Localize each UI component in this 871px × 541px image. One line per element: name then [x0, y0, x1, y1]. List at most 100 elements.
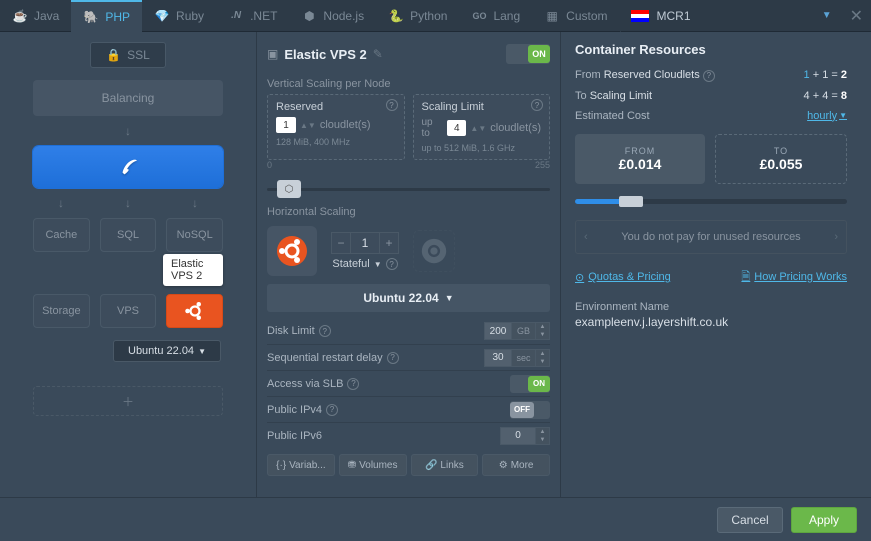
- tab-dotnet[interactable]: .N .NET: [216, 0, 289, 32]
- disk-limit-input[interactable]: 200 GB ▲▼: [484, 322, 550, 340]
- volumes-button[interactable]: ⛃Volumes: [339, 454, 407, 476]
- tab-custom[interactable]: ▦ Custom: [532, 0, 619, 32]
- python-icon: 🐍: [388, 8, 404, 24]
- help-icon[interactable]: ?: [531, 99, 543, 111]
- unused-resources-note[interactable]: ‹ You do not pay for unused resources ›: [575, 220, 847, 254]
- uk-flag-icon: [631, 10, 649, 22]
- label: Ubuntu 22.04: [128, 345, 194, 357]
- label: NoSQL: [177, 229, 213, 241]
- tab-php[interactable]: 🐘 PHP: [71, 0, 142, 32]
- help-icon[interactable]: ?: [386, 99, 398, 111]
- arrow-down-icon: ↓: [100, 196, 156, 210]
- horizontal-scaling-label: Horizontal Scaling: [267, 206, 550, 218]
- links-button[interactable]: 🔗Links: [411, 454, 479, 476]
- toggle-on-label: ON: [528, 45, 550, 63]
- platform-tabs: ☕ Java 🐘 PHP 💎 Ruby .N .NET ⬢ Node.js 🐍 …: [0, 0, 871, 32]
- label: Storage: [42, 305, 81, 317]
- vps-node-ubuntu[interactable]: [166, 294, 223, 328]
- node-enabled-toggle[interactable]: ON: [506, 44, 550, 64]
- tab-label: Java: [34, 9, 59, 23]
- reserved-input[interactable]: 1: [276, 117, 296, 133]
- value: £0.055: [760, 156, 803, 172]
- help-icon[interactable]: ?: [386, 258, 398, 270]
- node-icon-main: [267, 226, 317, 276]
- chevron-left-icon[interactable]: ‹: [584, 231, 588, 243]
- close-button[interactable]: ✕: [842, 6, 871, 26]
- slider-handle[interactable]: [277, 180, 301, 198]
- chevron-right-icon[interactable]: ›: [834, 231, 838, 243]
- chevron-down-icon: ▼: [374, 260, 382, 269]
- ruby-icon: 💎: [154, 8, 170, 24]
- cloudlet-slider[interactable]: [267, 178, 550, 198]
- arrow-down-icon: ↓: [125, 124, 131, 138]
- label: SQL: [117, 229, 139, 241]
- dollar-icon: ⊙: [575, 271, 584, 284]
- ipv6-label: Public IPv6: [267, 430, 322, 442]
- slider-max: 255: [535, 160, 550, 170]
- balancing-node[interactable]: Balancing: [33, 80, 223, 116]
- more-button[interactable]: ⚙More: [482, 454, 550, 476]
- increment-button[interactable]: +: [379, 232, 399, 254]
- quotas-pricing-link[interactable]: ⊙Quotas & Pricing: [575, 268, 671, 287]
- reserved-cloudlets-box: ? Reserved 1 ▲▼ cloudlet(s) 128 MiB, 400…: [267, 94, 405, 160]
- label: Scaling Limit: [422, 101, 542, 113]
- vps-node-generic[interactable]: VPS: [100, 294, 157, 328]
- from-name: Reserved Cloudlets: [604, 69, 700, 81]
- edit-icon[interactable]: ✎: [373, 47, 383, 61]
- help-icon[interactable]: ?: [703, 70, 715, 82]
- balancing-label: Balancing: [102, 91, 155, 105]
- help-icon[interactable]: ?: [326, 404, 338, 416]
- ssl-tab[interactable]: 🔒 SSL: [90, 42, 166, 68]
- label: Cache: [45, 229, 77, 241]
- scaling-mode-select[interactable]: Stateful ▼ ?: [332, 258, 397, 270]
- tooltip: Elastic VPS 2: [163, 254, 223, 286]
- app-server-node[interactable]: [33, 146, 223, 188]
- restart-delay-input[interactable]: 30 sec ▲▼: [484, 349, 550, 367]
- tab-java[interactable]: ☕ Java: [0, 0, 71, 32]
- vps-version-select[interactable]: Ubuntu 22.04 ▼: [113, 340, 221, 362]
- cost-period-select[interactable]: hourly▼: [807, 110, 847, 122]
- help-icon[interactable]: ?: [347, 378, 359, 390]
- cache-node[interactable]: Cache: [33, 218, 90, 252]
- limit-input[interactable]: 4: [447, 120, 466, 136]
- tab-nodejs[interactable]: ⬢ Node.js: [289, 0, 376, 32]
- slb-toggle[interactable]: ON: [510, 375, 550, 393]
- ubuntu-icon: [183, 299, 207, 323]
- node-image-select[interactable]: Ubuntu 22.04 ▼: [267, 284, 550, 312]
- tab-ruby[interactable]: 💎 Ruby: [142, 0, 216, 32]
- arrow-down-icon: ↓: [33, 196, 89, 210]
- slider-handle[interactable]: [619, 196, 643, 207]
- prefix: up to: [422, 117, 444, 139]
- cancel-button[interactable]: Cancel: [717, 507, 783, 533]
- tab-lang[interactable]: GO Lang: [459, 0, 532, 32]
- storage-node[interactable]: Storage: [33, 294, 90, 328]
- to-label: To: [575, 90, 587, 102]
- decrement-button[interactable]: −: [331, 232, 351, 254]
- nodejs-icon: ⬢: [301, 8, 317, 24]
- tab-label: Lang: [493, 9, 520, 23]
- ipv6-input[interactable]: 0 ▲▼: [500, 427, 550, 445]
- price-from-box: FROM £0.014: [575, 134, 705, 184]
- reserved-sub: 128 MiB, 400 MHz: [276, 137, 396, 147]
- sql-node[interactable]: SQL: [100, 218, 157, 252]
- go-icon: GO: [471, 8, 487, 24]
- add-layer-button[interactable]: ＋: [33, 386, 223, 416]
- from-label: From: [575, 69, 601, 81]
- price-slider[interactable]: [575, 194, 847, 208]
- gear-icon: ⚙: [499, 460, 508, 471]
- ipv4-toggle[interactable]: OFF: [510, 401, 550, 419]
- region-selector[interactable]: MCR1 ▼: [620, 0, 842, 32]
- how-pricing-link[interactable]: 🗎How Pricing Works: [741, 268, 847, 287]
- help-icon[interactable]: ?: [319, 325, 331, 337]
- label: FROM: [625, 146, 656, 156]
- nosql-node[interactable]: NoSQL: [166, 218, 223, 252]
- variables-button[interactable]: {·}Variab...: [267, 454, 335, 476]
- to-name: Scaling Limit: [590, 90, 652, 102]
- tab-python[interactable]: 🐍 Python: [376, 0, 459, 32]
- chevron-down-icon: ▼: [839, 111, 847, 120]
- restart-delay-label: Sequential restart delay: [267, 352, 383, 364]
- help-icon[interactable]: ?: [387, 352, 399, 364]
- limit-sub: up to 512 MiB, 1.6 GHz: [422, 143, 542, 153]
- node-count-value[interactable]: 1: [351, 232, 379, 254]
- apply-button[interactable]: Apply: [791, 507, 857, 533]
